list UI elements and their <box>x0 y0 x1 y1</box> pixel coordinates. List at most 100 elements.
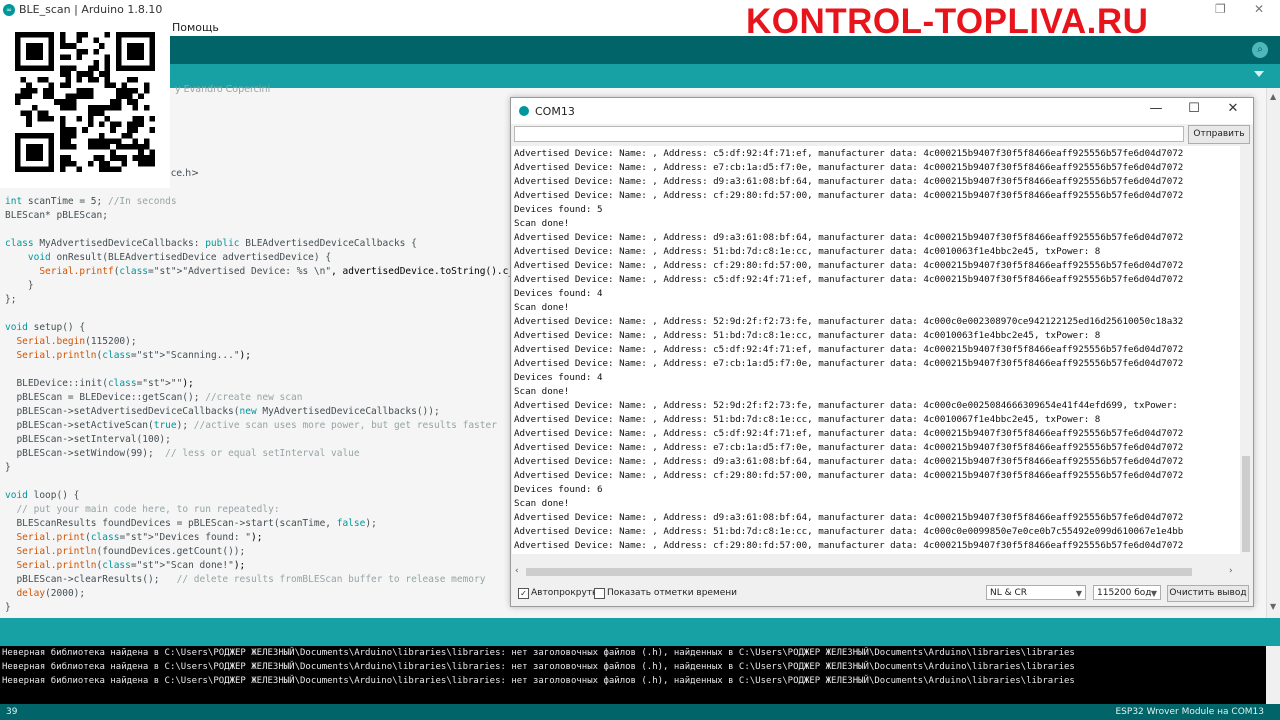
qr-module <box>127 144 133 150</box>
code-line: } <box>5 280 34 291</box>
qr-module <box>143 32 150 38</box>
qr-module <box>127 88 133 94</box>
qr-module <box>149 160 155 167</box>
code-line: pBLEScan->setActiveScan(true); //active … <box>5 420 497 431</box>
qr-module <box>143 82 150 88</box>
qr-module <box>43 116 49 122</box>
code-line: BLEDevice::init(class="st">""); <box>5 378 194 389</box>
qr-module <box>132 43 139 49</box>
code-line: Serial.println(class="st">"Scanning...")… <box>16 350 251 361</box>
serial-output-line: Advertised Device: Name: , Address: 51:b… <box>514 526 1184 537</box>
qr-module <box>54 99 60 105</box>
qr-module <box>138 149 144 156</box>
minimize-icon[interactable]: — <box>1141 101 1171 116</box>
qr-module <box>59 82 66 88</box>
serial-output-line: Advertised Device: Name: , Address: d9:a… <box>514 456 1184 467</box>
maximize-icon[interactable]: ☐ <box>1179 101 1209 116</box>
qr-module <box>48 32 55 38</box>
qr-module <box>37 76 43 83</box>
close-icon[interactable]: ✕ <box>1218 101 1248 116</box>
baud-rate-value: 115200 бод <box>1097 588 1152 598</box>
qr-module <box>15 60 21 66</box>
editor-vertical-scrollbar[interactable]: ▲ ▼ <box>1266 88 1280 618</box>
qr-module <box>15 144 21 150</box>
scroll-left-arrow-icon[interactable]: ‹ <box>515 566 519 576</box>
qr-module <box>31 88 38 94</box>
menu-help[interactable]: Помощь <box>172 21 219 34</box>
clear-output-button[interactable]: Очистить вывод <box>1167 585 1249 602</box>
qr-code-overlay <box>0 18 170 188</box>
output-horizontal-scrollbar[interactable]: ‹ › <box>512 566 1240 578</box>
autoscroll-checkbox[interactable]: ✓ <box>518 588 529 599</box>
qr-module <box>20 88 27 94</box>
qr-module <box>48 138 55 144</box>
ide-close-icon[interactable]: ✕ <box>1254 2 1264 16</box>
current-line-number: 39 <box>6 707 18 717</box>
qr-module <box>138 48 144 55</box>
qr-module <box>104 32 111 38</box>
qr-module <box>26 144 32 150</box>
qr-module <box>132 155 139 161</box>
qr-module <box>138 160 144 167</box>
qr-module <box>48 144 55 150</box>
send-button[interactable]: Отправить <box>1188 125 1250 144</box>
qr-module <box>15 138 21 144</box>
qr-module <box>65 71 71 77</box>
qr-module <box>48 88 55 94</box>
baud-rate-select[interactable]: 115200 бод ▼ <box>1093 585 1161 600</box>
qr-module <box>132 65 139 72</box>
tab-menu-chevron-down-icon[interactable] <box>1254 71 1264 77</box>
qr-module <box>121 82 127 88</box>
qr-module <box>31 155 38 161</box>
qr-module <box>115 166 122 172</box>
scroll-right-arrow-icon[interactable]: › <box>1229 566 1233 576</box>
qr-module <box>15 54 21 60</box>
scroll-thumb[interactable] <box>1242 456 1250 552</box>
qr-module <box>15 43 21 49</box>
qr-module <box>127 99 133 105</box>
qr-module <box>15 32 21 38</box>
serial-output-line: Advertised Device: Name: , Address: d9:a… <box>514 512 1184 523</box>
qr-module <box>115 121 122 128</box>
qr-module <box>138 93 144 100</box>
serial-output-line: Advertised Device: Name: , Address: cf:2… <box>514 190 1184 201</box>
qr-module <box>65 144 71 150</box>
timestamps-checkbox[interactable] <box>594 588 605 599</box>
serial-monitor-button[interactable]: ⌕ <box>1252 42 1268 58</box>
serial-output-area[interactable]: Advertised Device: Name: , Address: c5:d… <box>512 146 1240 554</box>
output-vertical-scrollbar[interactable] <box>1240 146 1252 554</box>
qr-module <box>99 138 105 144</box>
qr-module <box>48 132 55 139</box>
line-ending-select[interactable]: NL & CR ▼ <box>986 585 1086 600</box>
scroll-thumb[interactable] <box>526 568 1192 576</box>
ide-restore-icon[interactable]: ❐ <box>1215 2 1226 16</box>
qr-module <box>115 104 122 111</box>
serial-output-line: Advertised Device: Name: , Address: d9:a… <box>514 232 1184 243</box>
qr-module <box>149 155 155 161</box>
serial-monitor-title-bar: COM13 — ☐ ✕ <box>511 98 1253 124</box>
qr-module <box>26 121 32 128</box>
qr-module <box>31 43 38 49</box>
qr-module <box>26 88 32 94</box>
scroll-down-arrow-icon[interactable]: ▼ <box>1270 602 1276 611</box>
qr-module <box>59 121 66 128</box>
qr-module <box>99 166 105 172</box>
code-line: pBLEScan->setWindow(99); // less or equa… <box>5 448 360 459</box>
serial-output-line: Scan done! <box>514 386 570 397</box>
qr-module <box>115 99 122 105</box>
qr-module <box>31 149 38 156</box>
qr-module <box>26 54 32 60</box>
qr-module <box>110 166 116 172</box>
qr-module <box>138 43 144 49</box>
console-vertical-scrollbar[interactable] <box>1266 646 1280 704</box>
ide-console-output: Неверная библиотека найдена в C:\Users\Р… <box>0 646 1266 704</box>
serial-monitor-title: COM13 <box>535 105 575 118</box>
qr-module <box>110 104 116 111</box>
qr-module <box>115 65 122 72</box>
qr-module <box>132 88 139 94</box>
send-input[interactable] <box>514 126 1184 142</box>
qr-module <box>121 144 127 150</box>
serial-output-line: Devices found: 5 <box>514 204 603 215</box>
scroll-up-arrow-icon[interactable]: ▲ <box>1270 92 1276 101</box>
qr-module <box>76 54 83 60</box>
